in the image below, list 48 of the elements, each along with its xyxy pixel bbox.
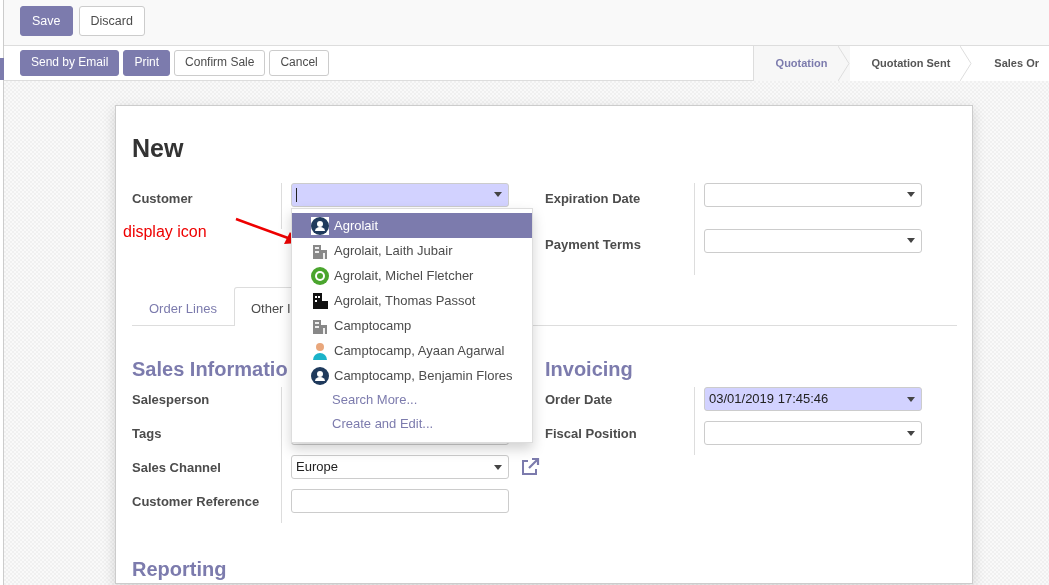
field-label: Expiration Date (545, 190, 641, 206)
discard-button[interactable]: Discard (78, 6, 145, 37)
caret-icon (907, 430, 915, 436)
caret-icon (494, 192, 502, 197)
status-stage[interactable]: Quotation (753, 46, 838, 81)
section-heading: Reporting (132, 557, 227, 581)
select-field[interactable] (704, 182, 922, 207)
dropdown-item[interactable]: Camptocamp, Ayaan Agarwal (292, 338, 532, 363)
select-field[interactable]: 03/01/2019 17:45:46 (704, 387, 922, 411)
field-label: Salesperson (132, 392, 210, 407)
input-field[interactable] (291, 489, 509, 513)
action-button[interactable]: Confirm Sale (174, 50, 266, 76)
select-field[interactable] (704, 228, 922, 253)
user-icon (311, 366, 329, 385)
dropdown-item[interactable]: Agrolait, Michel Fletcher (292, 263, 532, 288)
field-label: Customer Reference (132, 494, 260, 509)
dropdown-item[interactable]: Camptocamp, Benjamin Flores (292, 363, 532, 388)
external-link-icon[interactable] (520, 458, 540, 476)
side-marker (0, 58, 4, 80)
record-title: New (132, 133, 185, 164)
field-label: Tags (132, 426, 162, 441)
action-button[interactable]: Print (123, 50, 171, 76)
dropdown-item[interactable]: Agrolait, Laith Jubair (292, 238, 532, 263)
field-label: Payment Terms (545, 236, 641, 252)
dropdown-link[interactable]: Search More... (292, 388, 532, 412)
select-field[interactable] (704, 421, 922, 445)
section-heading: Sales Informatio (132, 356, 288, 381)
field-label: Customer (132, 190, 193, 206)
chat-icon (311, 266, 329, 285)
building-icon (311, 291, 329, 310)
person-icon (311, 341, 329, 360)
field-label: Order Date (545, 392, 613, 407)
caret-icon (907, 192, 915, 197)
dropdown-link[interactable]: Create and Edit... (292, 412, 532, 436)
field-label: Fiscal Position (545, 426, 637, 441)
section-heading: Invoicing (545, 356, 633, 381)
user-icon (311, 216, 329, 235)
field-label: Sales Channel (132, 460, 221, 475)
select-field[interactable] (291, 182, 509, 207)
caret-icon (907, 238, 915, 243)
caret-icon (494, 464, 502, 470)
action-button[interactable]: Send by Email (20, 50, 120, 76)
save-button[interactable]: Save (20, 6, 73, 37)
select-field[interactable]: Europe (291, 455, 509, 479)
annotation-text: display icon (123, 222, 207, 242)
action-button[interactable]: Cancel (269, 50, 329, 76)
dropdown-item[interactable]: Agrolait (292, 213, 532, 238)
caret-icon (907, 396, 915, 402)
